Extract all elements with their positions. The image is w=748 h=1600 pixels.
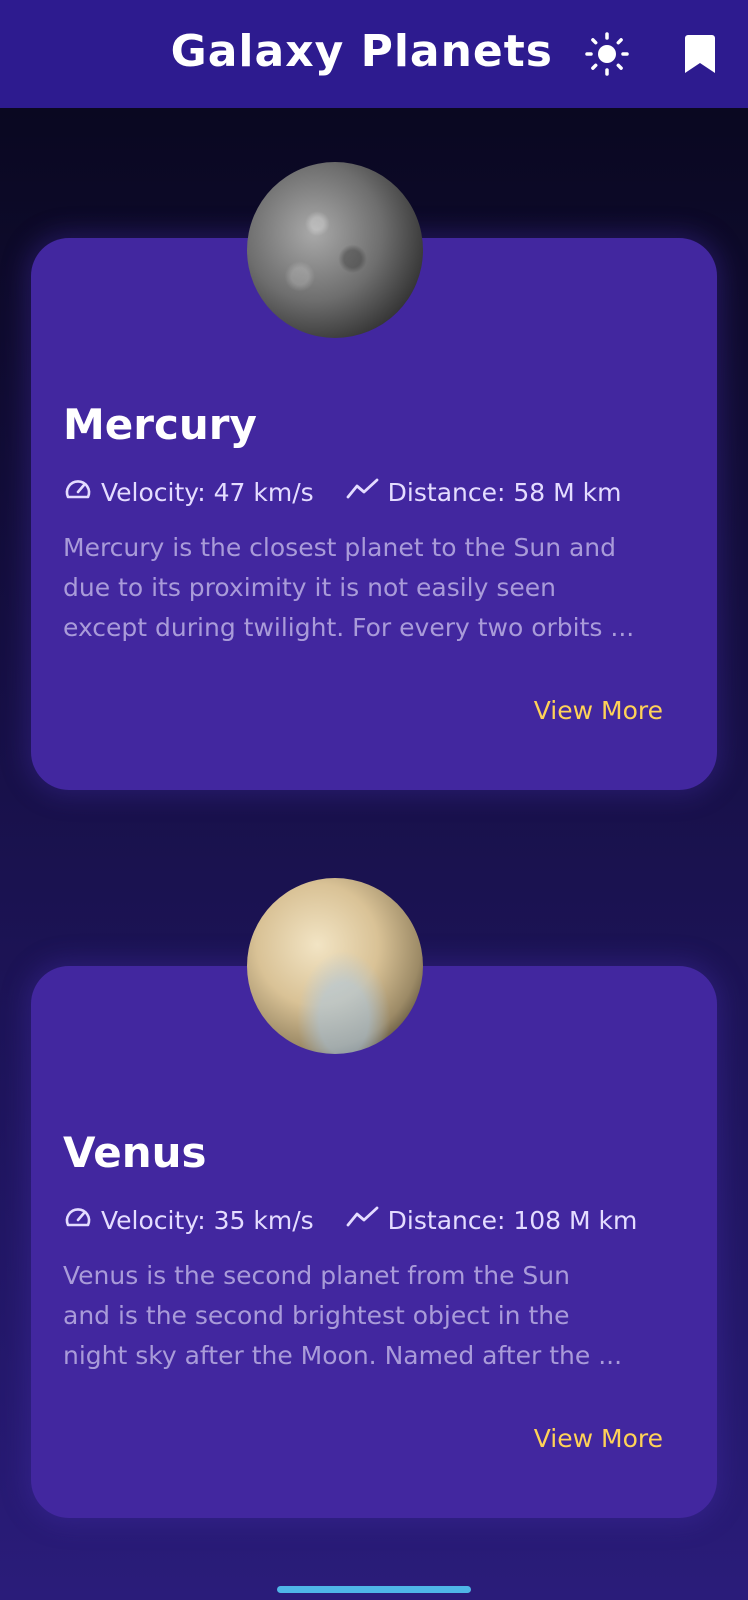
planet-name: Mercury	[63, 400, 257, 449]
planet-card-venus[interactable]: Venus Velocity: 35 km/s Distance: 108 M …	[31, 966, 717, 1518]
theme-toggle-button[interactable]	[582, 31, 632, 81]
planet-description: Venus is the second planet from the Sun …	[63, 1256, 693, 1376]
planet-stats: Velocity: 47 km/s Distance: 58 M km	[63, 474, 621, 510]
distance-stat: Distance: 108 M km	[346, 1205, 638, 1235]
trend-line-icon	[346, 1205, 388, 1235]
description-line: due to its proximity it is not easily se…	[63, 573, 557, 602]
distance-stat: Distance: 58 M km	[346, 477, 622, 507]
bookmark-icon	[685, 35, 715, 77]
description-line: Venus is the second planet from the Sun	[63, 1261, 570, 1290]
app-bar: Galaxy Planets	[0, 0, 748, 108]
planet-name: Venus	[63, 1128, 207, 1177]
distance-text: Distance: 108 M km	[387, 1205, 638, 1235]
home-indicator[interactable]	[277, 1586, 471, 1593]
velocity-text: Velocity: 35 km/s	[101, 1205, 314, 1235]
view-more-button[interactable]: View More	[534, 696, 663, 725]
description-line: and is the second brightest object in th…	[63, 1301, 570, 1330]
velocity-stat: Velocity: 47 km/s	[63, 474, 314, 510]
planet-stats: Velocity: 35 km/s Distance: 108 M km	[63, 1202, 637, 1238]
velocity-stat: Velocity: 35 km/s	[63, 1202, 314, 1238]
description-line: except during twilight. For every two or…	[63, 613, 635, 642]
mercury-planet-image	[247, 162, 423, 338]
venus-planet-image	[247, 878, 423, 1054]
trend-line-icon	[346, 477, 388, 507]
app-title: Galaxy Planets	[170, 26, 553, 77]
speedometer-icon	[63, 1202, 101, 1238]
planet-description: Mercury is the closest planet to the Sun…	[63, 528, 693, 648]
description-line: Mercury is the closest planet to the Sun…	[63, 533, 617, 562]
velocity-text: Velocity: 47 km/s	[101, 477, 314, 507]
description-line: night sky after the Moon. Named after th…	[63, 1341, 623, 1370]
bookmarks-button[interactable]	[680, 34, 720, 78]
sun-icon	[585, 32, 629, 80]
view-more-button[interactable]: View More	[534, 1424, 663, 1453]
speedometer-icon	[63, 474, 101, 510]
distance-text: Distance: 58 M km	[387, 477, 622, 507]
